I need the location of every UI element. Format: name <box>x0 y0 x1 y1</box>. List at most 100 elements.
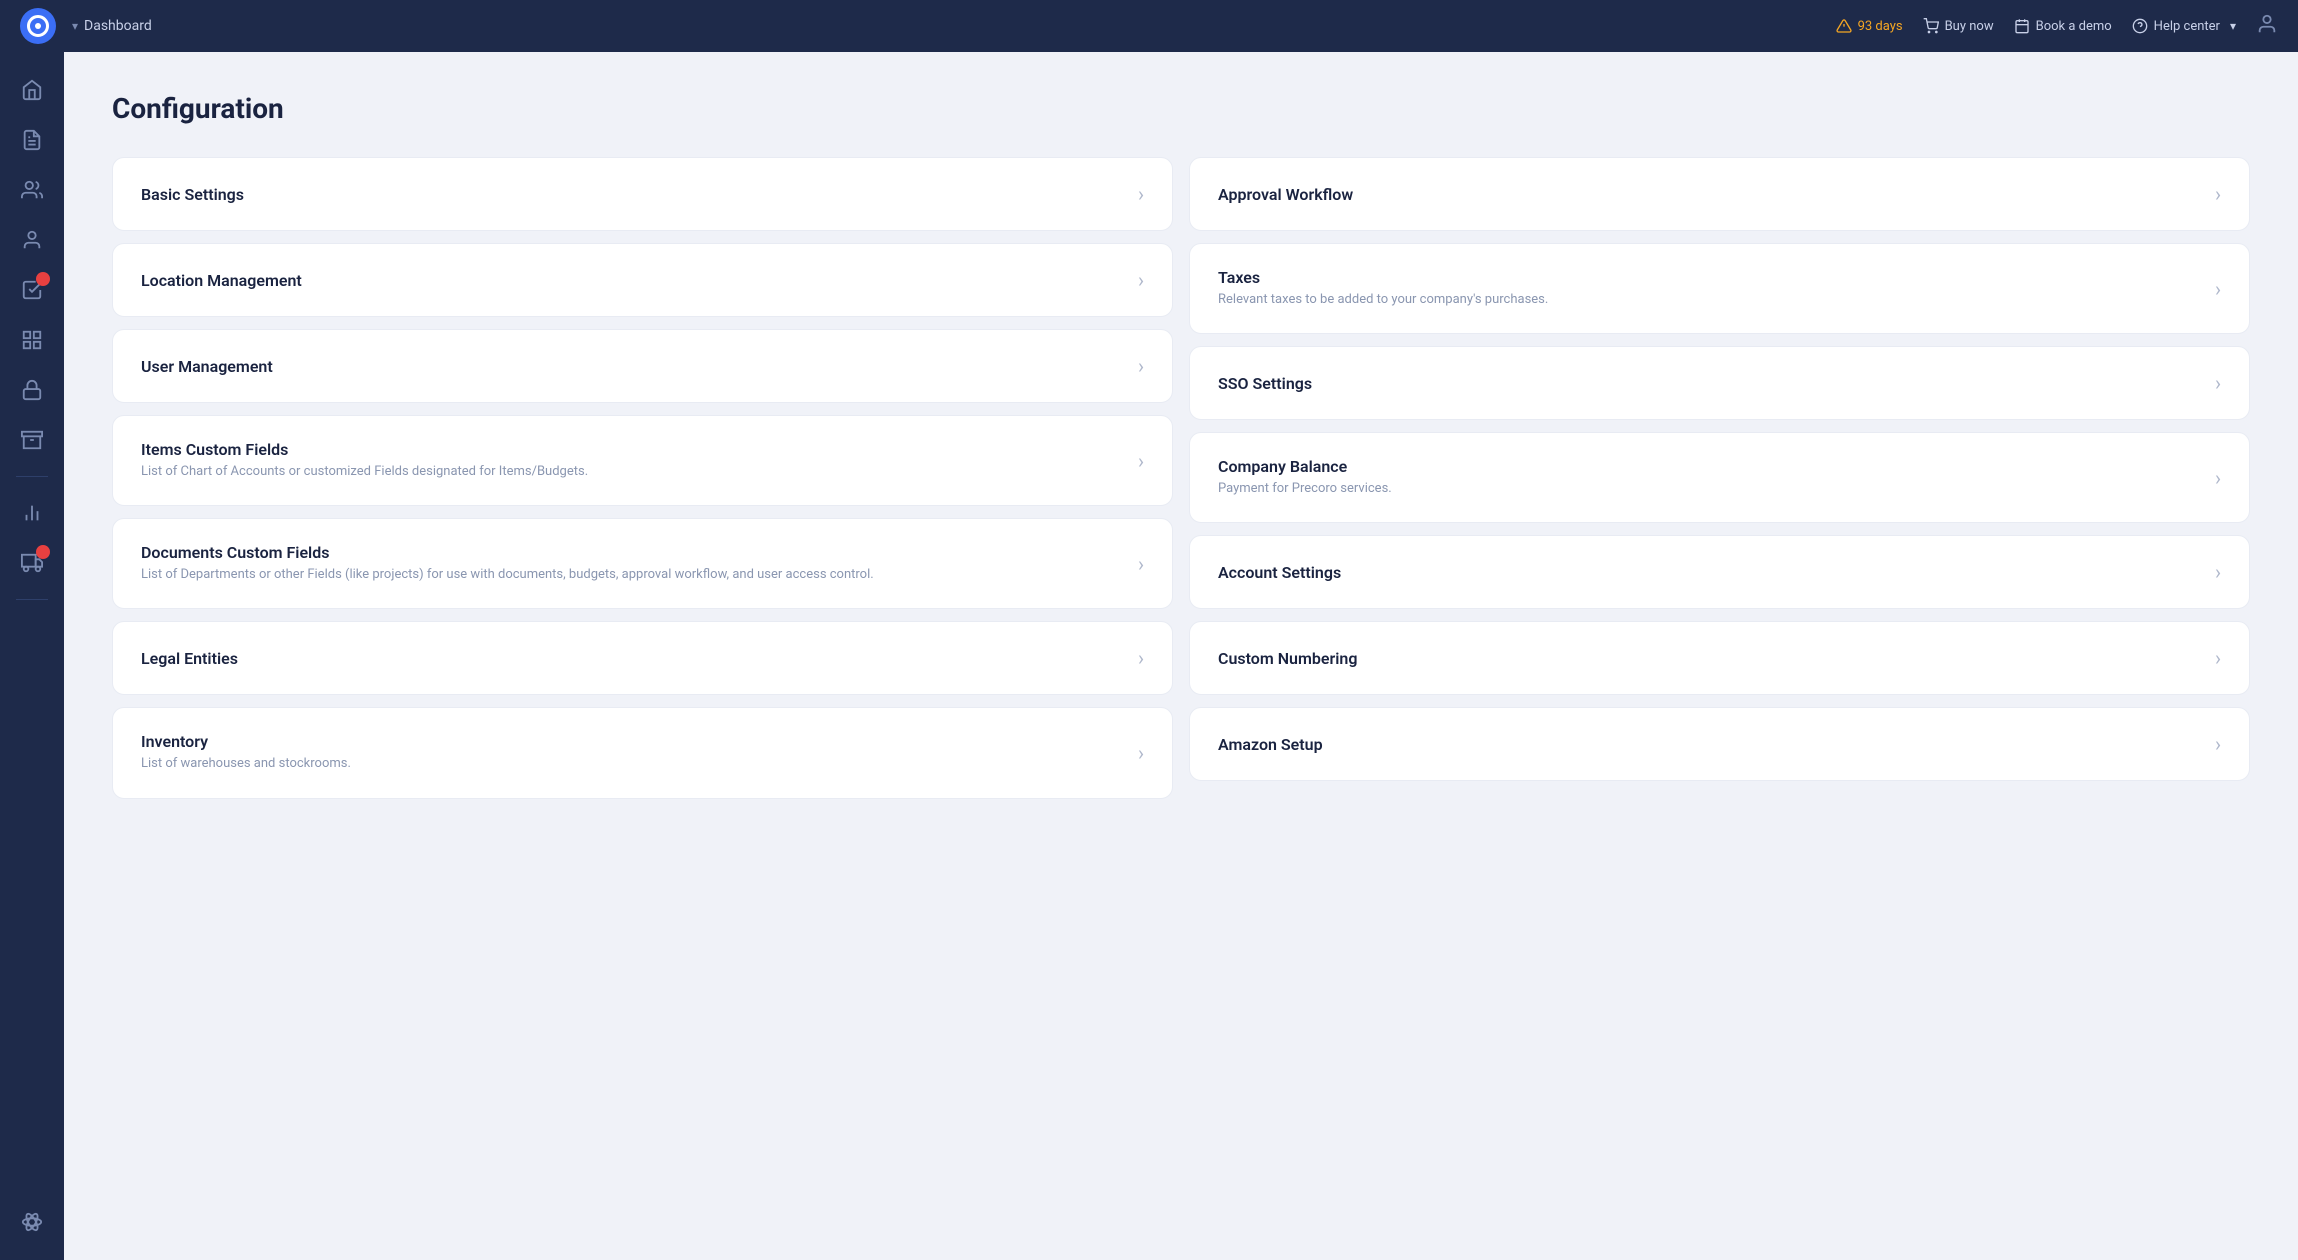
config-card-content: Approval Workflow <box>1218 185 2203 204</box>
config-card-title: SSO Settings <box>1218 374 2203 393</box>
config-card-user-management[interactable]: User Management <box>112 329 1173 403</box>
config-card-desc: Relevant taxes to be added to your compa… <box>1218 291 2203 309</box>
config-card-content: Taxes Relevant taxes to be added to your… <box>1218 268 2203 309</box>
calendar-icon <box>2014 18 2030 34</box>
config-card-title: Documents Custom Fields <box>141 543 1126 562</box>
sidebar-divider <box>16 476 48 477</box>
config-card-sso-settings[interactable]: SSO Settings <box>1189 346 2250 420</box>
sidebar-item-contacts[interactable] <box>10 168 54 212</box>
dashboard-nav[interactable]: ▾ Dashboard <box>72 18 152 34</box>
chevron-right-icon <box>1138 646 1144 670</box>
config-card-taxes[interactable]: Taxes Relevant taxes to be added to your… <box>1189 243 2250 334</box>
chevron-right-icon <box>2215 732 2221 756</box>
config-card-content: Items Custom Fields List of Chart of Acc… <box>141 440 1126 481</box>
config-card-title: Location Management <box>141 271 1126 290</box>
trial-warning[interactable]: 93 days <box>1836 18 1903 34</box>
users-icon <box>21 229 43 251</box>
config-card-title: User Management <box>141 357 1126 376</box>
sidebar-item-lock[interactable] <box>10 368 54 412</box>
topbar-actions: 93 days Buy now Book a demo Help center … <box>1836 13 2278 40</box>
config-card-desc: List of Departments or other Fields (lik… <box>141 566 1126 584</box>
config-card-account-settings[interactable]: Account Settings <box>1189 535 2250 609</box>
chevron-right-icon <box>2215 646 2221 670</box>
sidebar-divider-2 <box>16 599 48 600</box>
chevron-right-icon <box>2215 182 2221 206</box>
chevron-right-icon <box>1138 552 1144 576</box>
help-center-btn[interactable]: Help center ▾ <box>2132 18 2236 34</box>
archive-icon <box>21 429 43 451</box>
config-card-desc: List of warehouses and stockrooms. <box>141 755 1126 773</box>
config-card-legal-entities[interactable]: Legal Entities <box>112 621 1173 695</box>
chevron-right-icon <box>1138 268 1144 292</box>
config-card-title: Account Settings <box>1218 563 2203 582</box>
chevron-right-icon <box>2215 371 2221 395</box>
topbar: ▾ Dashboard 93 days Buy now Book a demo <box>0 0 2298 52</box>
config-card-content: Company Balance Payment for Precoro serv… <box>1218 457 2203 498</box>
page-title: Configuration <box>112 92 2250 125</box>
config-card-title: Amazon Setup <box>1218 735 2203 754</box>
config-card-inventory[interactable]: Inventory List of warehouses and stockro… <box>112 707 1173 798</box>
config-card-title: Company Balance <box>1218 457 2203 476</box>
user-icon <box>2256 13 2278 35</box>
user-avatar-btn[interactable] <box>2256 13 2278 40</box>
integration-icon <box>21 1211 43 1233</box>
right-column: Approval Workflow Taxes Relevant taxes t… <box>1189 157 2250 781</box>
sidebar-item-reports[interactable] <box>10 491 54 535</box>
config-card-content: Basic Settings <box>141 185 1126 204</box>
sidebar-item-catalog[interactable] <box>10 318 54 362</box>
reports-icon <box>21 502 43 524</box>
orders-icon <box>21 129 43 151</box>
sidebar-item-integration[interactable] <box>10 1200 54 1244</box>
config-card-desc: Payment for Precoro services. <box>1218 480 2203 498</box>
help-icon <box>2132 18 2148 34</box>
approvals-badge <box>36 272 50 286</box>
home-icon <box>21 79 43 101</box>
config-card-title: Approval Workflow <box>1218 185 2203 204</box>
config-card-title: Legal Entities <box>141 649 1126 668</box>
contacts-icon <box>21 179 43 201</box>
config-card-content: Amazon Setup <box>1218 735 2203 754</box>
trial-label: 93 days <box>1858 19 1903 34</box>
book-demo-btn[interactable]: Book a demo <box>2014 18 2112 34</box>
sidebar-item-orders[interactable] <box>10 118 54 162</box>
buy-now-btn[interactable]: Buy now <box>1923 18 1994 34</box>
config-card-title: Taxes <box>1218 268 2203 287</box>
help-center-label: Help center <box>2154 19 2220 34</box>
config-card-company-balance[interactable]: Company Balance Payment for Precoro serv… <box>1189 432 2250 523</box>
config-card-content: Documents Custom Fields List of Departme… <box>141 543 1126 584</box>
main-content: Configuration Basic Settings Location Ma… <box>64 52 2298 1260</box>
cart-icon <box>1923 18 1939 34</box>
config-card-content: Account Settings <box>1218 563 2203 582</box>
config-card-basic-settings[interactable]: Basic Settings <box>112 157 1173 231</box>
config-card-content: Location Management <box>141 271 1126 290</box>
chevron-down-icon: ▾ <box>72 19 78 33</box>
sidebar-item-users[interactable] <box>10 218 54 262</box>
config-card-content: SSO Settings <box>1218 374 2203 393</box>
sidebar-item-approvals[interactable] <box>10 268 54 312</box>
sidebar-item-truck[interactable] <box>10 541 54 585</box>
config-card-location-management[interactable]: Location Management <box>112 243 1173 317</box>
config-card-title: Items Custom Fields <box>141 440 1126 459</box>
config-card-title: Custom Numbering <box>1218 649 2203 668</box>
config-card-items-custom-fields[interactable]: Items Custom Fields List of Chart of Acc… <box>112 415 1173 506</box>
chevron-right-icon <box>1138 354 1144 378</box>
app-logo[interactable] <box>20 8 56 44</box>
config-card-amazon-setup[interactable]: Amazon Setup <box>1189 707 2250 781</box>
sidebar-item-home[interactable] <box>10 68 54 112</box>
help-chevron-icon: ▾ <box>2230 19 2236 33</box>
dashboard-label: Dashboard <box>84 18 152 34</box>
config-card-title: Inventory <box>141 732 1126 751</box>
chevron-right-icon <box>2215 560 2221 584</box>
config-card-approval-workflow[interactable]: Approval Workflow <box>1189 157 2250 231</box>
book-demo-label: Book a demo <box>2036 19 2112 34</box>
config-card-content: Inventory List of warehouses and stockro… <box>141 732 1126 773</box>
chevron-right-icon <box>2215 466 2221 490</box>
config-card-content: Legal Entities <box>141 649 1126 668</box>
config-card-custom-numbering[interactable]: Custom Numbering <box>1189 621 2250 695</box>
config-card-content: User Management <box>141 357 1126 376</box>
config-card-documents-custom-fields[interactable]: Documents Custom Fields List of Departme… <box>112 518 1173 609</box>
sidebar-item-archive[interactable] <box>10 418 54 462</box>
chevron-right-icon <box>2215 277 2221 301</box>
lock-icon <box>21 379 43 401</box>
catalog-icon <box>21 329 43 351</box>
